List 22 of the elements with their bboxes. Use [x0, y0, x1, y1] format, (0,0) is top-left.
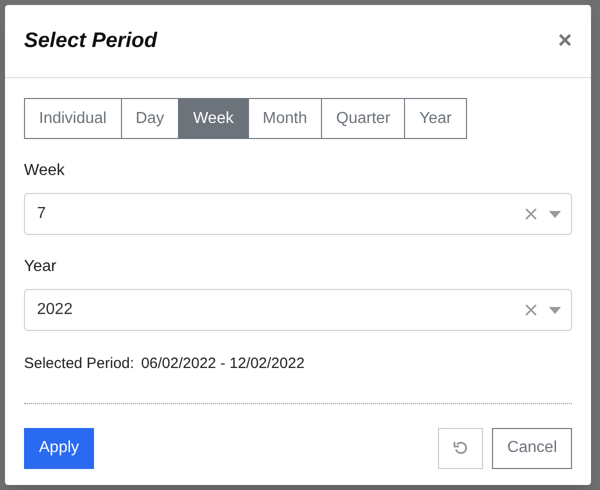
selected-period-value: 06/02/2022 - 12/02/2022 — [141, 354, 305, 374]
reset-button[interactable] — [438, 428, 484, 468]
period-tab[interactable]: Year — [405, 98, 467, 139]
period-tab[interactable]: Day — [122, 98, 180, 139]
select-field[interactable]: 7 — [24, 193, 572, 235]
period-tab[interactable]: Month — [248, 98, 322, 139]
clear-icon[interactable] — [525, 208, 537, 220]
period-tab[interactable]: Quarter — [322, 98, 406, 139]
close-button[interactable]: × — [558, 29, 572, 53]
undo-icon — [452, 440, 469, 456]
period-tab[interactable]: Week — [179, 98, 249, 139]
select-field[interactable]: 2022 — [24, 289, 572, 331]
field-label: Week — [24, 161, 66, 181]
dialog-title: Select Period — [24, 28, 158, 54]
apply-button[interactable]: Apply — [24, 428, 94, 468]
period-tab[interactable]: Individual — [24, 98, 122, 139]
dropdown-caret-icon[interactable] — [549, 306, 561, 314]
clear-icon[interactable] — [525, 304, 537, 316]
field-label: Year — [24, 257, 58, 277]
dropdown-caret-icon[interactable] — [549, 210, 561, 218]
cancel-button[interactable]: Cancel — [492, 428, 572, 468]
selected-period-label: Selected Period: — [24, 354, 134, 374]
